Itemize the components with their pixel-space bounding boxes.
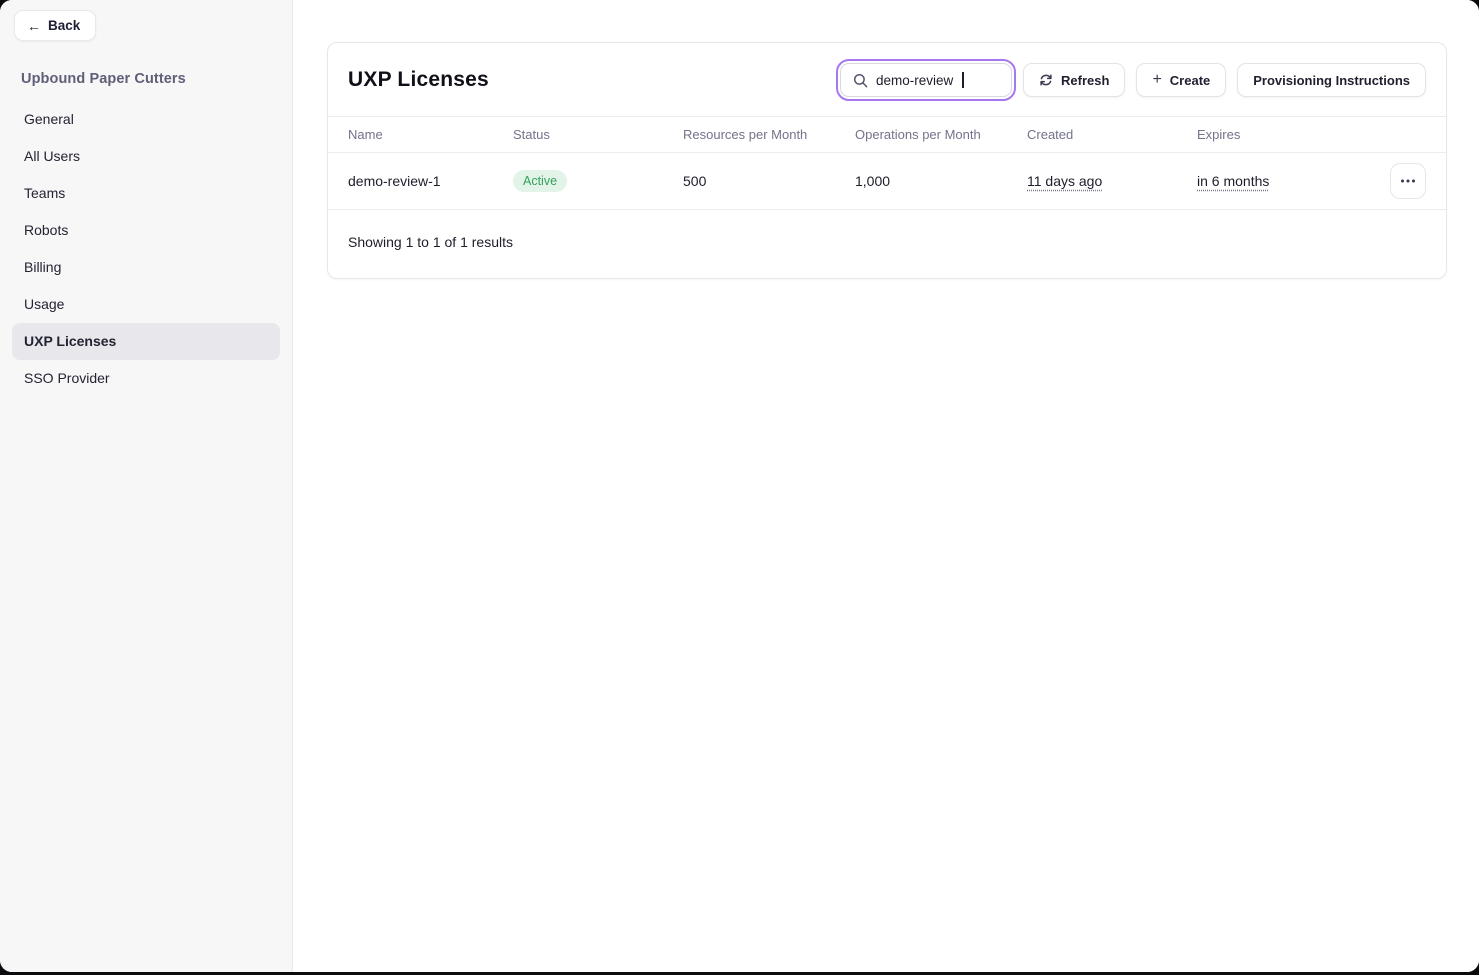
- page-title: UXP Licenses: [348, 68, 489, 92]
- ellipsis-icon: [1400, 179, 1416, 183]
- card-header: UXP Licenses demo-review: [328, 43, 1446, 116]
- created-value[interactable]: 11 days ago: [1027, 173, 1102, 189]
- back-arrow-icon: ←: [27, 19, 41, 33]
- column-header-operations: Operations per Month: [855, 127, 1027, 142]
- uxp-licenses-card: UXP Licenses demo-review: [327, 42, 1447, 279]
- expires-value[interactable]: in 6 months: [1197, 173, 1269, 189]
- header-controls: demo-review Refresh: [840, 63, 1426, 97]
- sidebar-item-robots[interactable]: Robots: [12, 212, 280, 249]
- settings-sidebar: ← Back Upbound Paper Cutters General All…: [0, 0, 293, 972]
- search-input-value: demo-review: [876, 73, 953, 88]
- results-summary: Showing 1 to 1 of 1 results: [348, 234, 513, 250]
- column-header-expires: Expires: [1197, 127, 1386, 142]
- main-content: UXP Licenses demo-review: [293, 0, 1479, 972]
- text-caret: [962, 72, 964, 88]
- card-footer: Showing 1 to 1 of 1 results: [328, 210, 1446, 278]
- operations-per-month-value: 1,000: [855, 173, 1027, 189]
- sidebar-item-uxp-licenses[interactable]: UXP Licenses: [12, 323, 280, 360]
- column-header-status: Status: [513, 127, 683, 142]
- refresh-button[interactable]: Refresh: [1023, 63, 1125, 97]
- search-input[interactable]: demo-review: [840, 63, 1012, 97]
- status-badge: Active: [513, 170, 567, 192]
- refresh-button-label: Refresh: [1061, 73, 1109, 88]
- resources-per-month-value: 500: [683, 173, 855, 189]
- back-button[interactable]: ← Back: [14, 10, 96, 41]
- create-button[interactable]: + Create: [1136, 63, 1226, 97]
- plus-icon: +: [1152, 72, 1161, 88]
- sidebar-item-sso-provider[interactable]: SSO Provider: [12, 360, 280, 397]
- organization-title: Upbound Paper Cutters: [21, 71, 278, 87]
- sidebar-item-teams[interactable]: Teams: [12, 175, 280, 212]
- sidebar-item-all-users[interactable]: All Users: [12, 138, 280, 175]
- license-name: demo-review-1: [348, 173, 513, 189]
- provisioning-instructions-button[interactable]: Provisioning Instructions: [1237, 63, 1426, 97]
- create-button-label: Create: [1170, 73, 1210, 88]
- app-window: ← Back Upbound Paper Cutters General All…: [0, 0, 1479, 972]
- row-actions-menu-button[interactable]: [1390, 163, 1426, 199]
- sidebar-item-usage[interactable]: Usage: [12, 286, 280, 323]
- provisioning-instructions-label: Provisioning Instructions: [1253, 73, 1410, 88]
- sidebar-item-general[interactable]: General: [12, 101, 280, 138]
- search-icon: [853, 73, 868, 88]
- column-header-name: Name: [348, 127, 513, 142]
- refresh-icon: [1039, 73, 1053, 87]
- license-status-cell: Active: [513, 170, 683, 192]
- column-header-resources: Resources per Month: [683, 127, 855, 142]
- table-row: demo-review-1 Active 500 1,000 11 days a…: [328, 153, 1446, 210]
- back-button-label: Back: [48, 18, 80, 33]
- column-header-created: Created: [1027, 127, 1197, 142]
- table-header-row: Name Status Resources per Month Operatio…: [328, 116, 1446, 153]
- sidebar-item-billing[interactable]: Billing: [12, 249, 280, 286]
- sidebar-nav: General All Users Teams Robots Billing U…: [14, 101, 278, 397]
